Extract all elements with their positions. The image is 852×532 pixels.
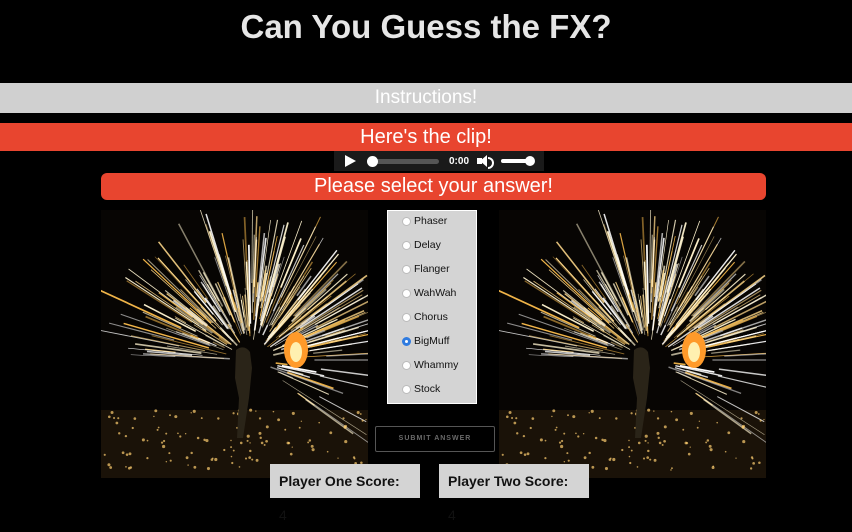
option-chorus[interactable]: Chorus [402,311,448,323]
fire-sparks-image-left [101,210,368,478]
volume-knob[interactable] [525,156,535,166]
player-one-score: Player One Score: 4 [270,464,420,498]
player-two-score-value: 4 [448,507,456,523]
player-two-score-label: Player Two Score: [448,473,568,489]
radio-whammy[interactable] [402,361,411,370]
radio-phaser[interactable] [402,217,411,226]
audio-player: 0:00 [334,151,544,171]
audio-time: 0:00 [449,156,469,167]
submit-answer-button[interactable]: SUBMIT ANSWER [375,426,495,452]
volume-slider[interactable] [501,159,531,163]
option-label: Chorus [414,311,448,323]
option-flanger[interactable]: Flanger [402,263,450,275]
option-phaser[interactable]: Phaser [402,215,447,227]
radio-wahwah[interactable] [402,289,411,298]
option-label: Stock [414,383,440,395]
audio-progress-slider[interactable] [367,159,439,164]
fire-sparks-image-right [499,210,766,478]
volume-icon[interactable] [477,155,493,167]
option-label: BigMuff [414,335,449,347]
player-one-score-value: 4 [279,507,287,523]
clip-header: Here's the clip! [0,123,852,151]
select-answer-header: Please select your answer! [101,173,766,200]
option-label: Delay [414,239,441,251]
radio-flanger[interactable] [402,265,411,274]
option-bigmuff[interactable]: BigMuff [402,335,449,347]
radio-delay[interactable] [402,241,411,250]
player-two-score: Player Two Score: 4 [439,464,589,498]
radio-chorus[interactable] [402,313,411,322]
progress-knob[interactable] [367,156,378,167]
option-label: WahWah [414,287,456,299]
option-label: Flanger [414,263,450,275]
answer-options: Phaser Delay Flanger WahWah Chorus BigMu… [387,210,477,404]
option-wahwah[interactable]: WahWah [402,287,456,299]
play-icon[interactable] [345,155,356,167]
radio-stock[interactable] [402,385,411,394]
option-label: Whammy [414,359,458,371]
option-label: Phaser [414,215,447,227]
radio-bigmuff[interactable] [402,337,411,346]
player-one-score-label: Player One Score: [279,473,400,489]
option-stock[interactable]: Stock [402,383,440,395]
page-title: Can You Guess the FX? [0,8,852,46]
option-delay[interactable]: Delay [402,239,441,251]
option-whammy[interactable]: Whammy [402,359,458,371]
instructions-button[interactable]: Instructions! [0,83,852,113]
